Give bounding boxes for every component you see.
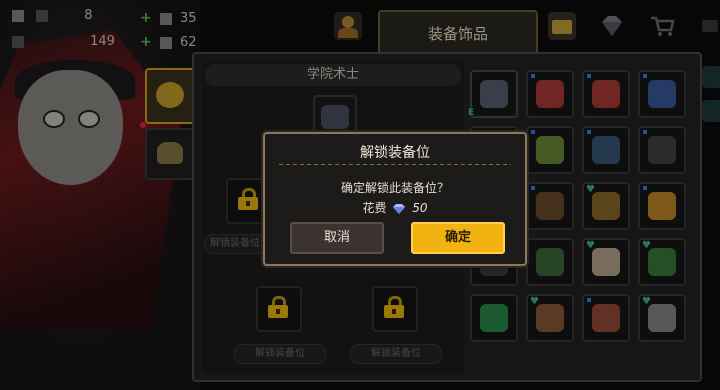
dialog-message: 确定解锁此装备位？: [340, 181, 449, 195]
cost-label: 花费: [362, 201, 387, 215]
cancel-button[interactable]: 取消: [290, 222, 384, 254]
confirm-button[interactable]: 确定: [411, 222, 505, 254]
dialog-cost: 花费 50: [265, 199, 525, 216]
dialog-divider: [279, 164, 511, 165]
unlock-dialog: 解锁装备位 确定解锁此装备位？ 花费 50 取消 确定: [263, 132, 527, 266]
gem-icon: [393, 203, 406, 214]
dialog-title: 解锁装备位: [360, 145, 430, 161]
cost-value: 50: [412, 201, 428, 215]
